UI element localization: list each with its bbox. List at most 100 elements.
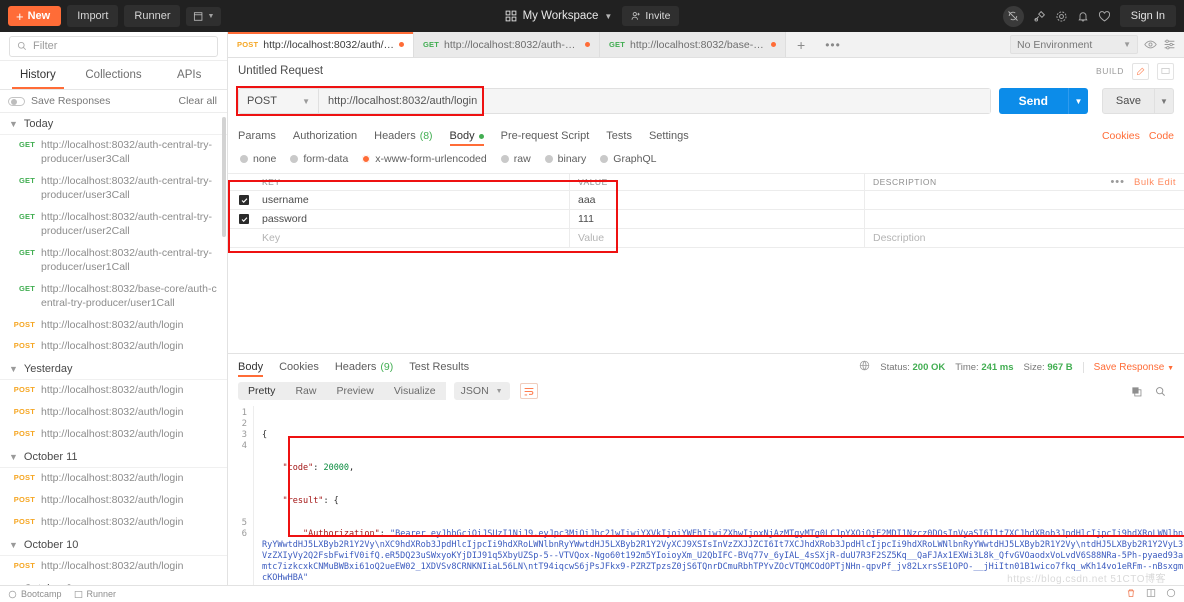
table-row[interactable]: username aaa — [228, 191, 1184, 210]
view-mode-pretty[interactable]: Pretty — [238, 382, 286, 400]
view-mode-preview[interactable]: Preview — [326, 382, 384, 400]
bulk-edit-button[interactable]: Bulk Edit — [1134, 177, 1176, 188]
table-options-button[interactable]: ••• — [1110, 176, 1125, 188]
history-item[interactable]: POST http://localhost:8032/auth/login — [0, 380, 227, 402]
environment-settings-button[interactable] — [1163, 38, 1176, 51]
history-item[interactable]: GET http://localhost:8032/auth-central-t… — [0, 243, 227, 279]
row-checkbox[interactable] — [239, 195, 249, 205]
history-group-yesterday[interactable]: ▼ Yesterday — [0, 358, 227, 381]
runner-status-button[interactable]: Runner — [74, 589, 116, 599]
history-group-october-11[interactable]: ▼ October 11 — [0, 446, 227, 469]
response-tab-headers[interactable]: Headers (9) — [335, 361, 393, 377]
body-type-none[interactable]: none — [240, 153, 276, 165]
sign-in-button[interactable]: Sign In — [1119, 5, 1176, 27]
runner-button[interactable]: Runner — [124, 5, 181, 27]
row-key[interactable]: username — [260, 191, 570, 209]
tab-tests[interactable]: Tests — [606, 130, 632, 146]
save-responses-toggle[interactable] — [8, 96, 25, 106]
layout-button[interactable] — [1146, 588, 1156, 600]
new-button[interactable]: + New — [8, 6, 62, 26]
history-item[interactable]: POST http://localhost:8032/auth/login — [0, 512, 227, 534]
tab-body[interactable]: Body — [449, 130, 484, 146]
new-key-input[interactable]: Key — [260, 229, 570, 247]
history-item[interactable]: POST http://localhost:8032/auth/login — [0, 468, 227, 490]
workspace-selector[interactable]: My Workspace ▼ — [505, 10, 612, 22]
keyboard-shortcuts-button[interactable] — [1166, 588, 1176, 600]
save-button[interactable]: Save — [1101, 88, 1155, 114]
clear-all-button[interactable]: Clear all — [178, 95, 217, 107]
tab-params[interactable]: Params — [238, 130, 276, 146]
history-group-october-10[interactable]: ▼ October 10 — [0, 534, 227, 557]
history-group-today[interactable]: ▼ Today — [0, 113, 227, 135]
row-description[interactable] — [865, 191, 1184, 209]
url-input[interactable]: http://localhost:8032/auth/login — [319, 89, 990, 113]
environment-quick-look-button[interactable] — [1144, 38, 1157, 51]
edit-button[interactable] — [1132, 62, 1149, 80]
new-description-input[interactable]: Description — [865, 229, 1184, 247]
code-link[interactable]: Code — [1149, 130, 1174, 142]
sidebar-tab-collections[interactable]: Collections — [76, 61, 152, 89]
table-row-placeholder[interactable]: Key Value Description — [228, 229, 1184, 248]
environment-selector[interactable]: No Environment ▼ — [1010, 35, 1138, 54]
history-group-october-9[interactable]: ▼ October 9 — [0, 578, 227, 585]
row-key[interactable]: password — [260, 210, 570, 228]
search-input[interactable]: Filter — [9, 35, 218, 57]
body-type-binary[interactable]: binary — [544, 153, 586, 165]
tab-settings[interactable]: Settings — [649, 130, 689, 146]
sidebar-tab-apis[interactable]: APIs — [151, 61, 227, 89]
tab-headers[interactable]: Headers (8) — [374, 130, 432, 146]
sidebar-tab-history[interactable]: History — [0, 61, 76, 89]
sync-off-button[interactable] — [1002, 5, 1024, 27]
history-item[interactable]: GET http://localhost:8032/auth-central-t… — [0, 171, 227, 207]
sidebar-scrollbar[interactable] — [222, 117, 226, 237]
table-row[interactable]: password 111 — [228, 210, 1184, 229]
history-item[interactable]: POST http://localhost:8032/auth/login — [0, 402, 227, 424]
body-type-form-data[interactable]: form-data — [290, 153, 348, 165]
comment-button[interactable] — [1157, 62, 1174, 80]
response-format-selector[interactable]: JSON ▼ — [453, 382, 510, 400]
bootcamp-button[interactable]: Bootcamp — [8, 589, 62, 599]
tab-authorization[interactable]: Authorization — [293, 130, 357, 146]
history-item[interactable]: POST http://localhost:8032/auth/login — [0, 424, 227, 446]
row-checkbox[interactable] — [239, 214, 249, 224]
method-selector[interactable]: POST ▼ — [239, 89, 319, 113]
tab-pre-request-script[interactable]: Pre-request Script — [501, 130, 590, 146]
view-mode-raw[interactable]: Raw — [285, 382, 327, 400]
search-response-button[interactable] — [1155, 386, 1166, 397]
body-type-raw[interactable]: raw — [500, 153, 531, 165]
history-item[interactable]: GET http://localhost:8032/base-core/auth… — [0, 279, 227, 315]
send-button[interactable]: Send — [998, 88, 1068, 114]
send-options-button[interactable]: ▼ — [1067, 88, 1088, 114]
history-item[interactable]: GET http://localhost:8032/auth-central-t… — [0, 135, 227, 171]
row-value[interactable]: aaa — [570, 191, 865, 209]
history-item[interactable]: POST http://localhost:8032/auth/login — [0, 336, 227, 358]
settings-button[interactable] — [1055, 10, 1068, 23]
network-icon[interactable] — [859, 360, 870, 374]
request-tab[interactable]: GET http://localhost:8032/base-core... — [600, 32, 786, 57]
trash-button[interactable] — [1126, 588, 1136, 600]
response-tab-cookies[interactable]: Cookies — [279, 361, 319, 377]
new-tab-button[interactable]: + — [786, 32, 816, 57]
history-list[interactable]: ▼ Today GET http://localhost:8032/auth-c… — [0, 113, 227, 585]
history-item[interactable]: POST http://localhost:8032/auth/login — [0, 315, 227, 337]
import-button[interactable]: Import — [67, 5, 119, 27]
tab-options-button[interactable]: ••• — [816, 32, 850, 57]
row-description[interactable] — [865, 210, 1184, 228]
wrap-lines-button[interactable] — [519, 383, 538, 399]
view-mode-visualize[interactable]: Visualize — [383, 382, 446, 400]
response-tab-test-results[interactable]: Test Results — [409, 361, 469, 377]
request-tab[interactable]: GET http://localhost:8032/auth-cent... — [414, 32, 600, 57]
request-tab[interactable]: POST http://localhost:8032/auth/login — [228, 32, 414, 57]
notifications-button[interactable] — [1077, 10, 1089, 23]
body-type-graphql[interactable]: GraphQL — [600, 153, 656, 165]
response-body-viewer[interactable]: 1 2 3 4 5 6 { "code": 20000, "result": { — [228, 406, 1184, 585]
body-type-urlencoded[interactable]: x-www-form-urlencoded — [362, 153, 487, 165]
invite-button[interactable]: Invite — [622, 6, 680, 26]
new-window-button[interactable]: ▼ — [186, 6, 222, 26]
new-value-input[interactable]: Value — [570, 229, 865, 247]
history-item[interactable]: POST http://localhost:8032/auth/login — [0, 490, 227, 512]
favorites-button[interactable] — [1098, 10, 1111, 23]
satellite-button[interactable] — [1033, 10, 1046, 23]
history-item[interactable]: GET http://localhost:8032/auth-central-t… — [0, 207, 227, 243]
response-tab-body[interactable]: Body — [238, 361, 264, 377]
